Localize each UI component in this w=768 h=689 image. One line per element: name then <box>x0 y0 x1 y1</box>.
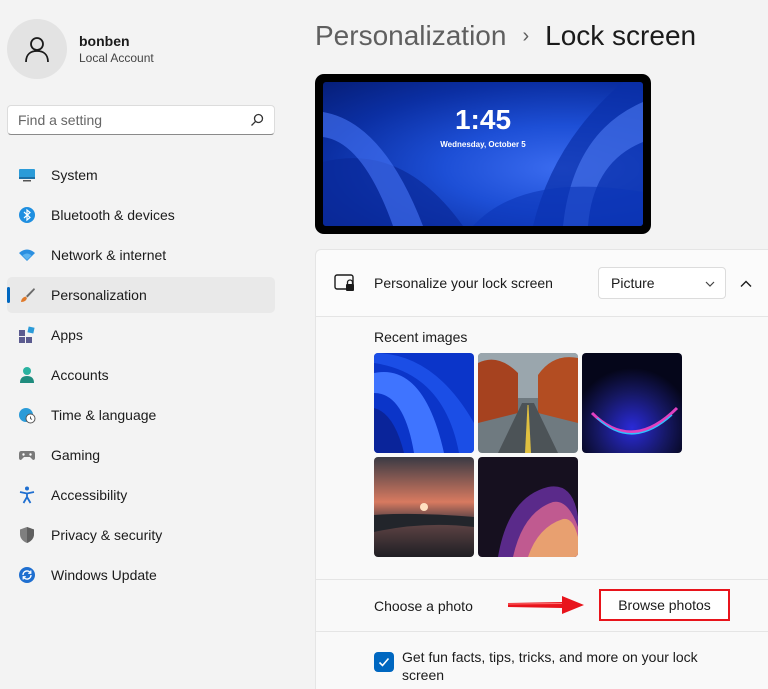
wifi-icon <box>17 245 37 265</box>
apps-icon <box>17 325 37 345</box>
sidebar-item-time-language[interactable]: Time & language <box>7 397 275 433</box>
sidebar-item-label: System <box>51 167 98 183</box>
sidebar-item-label: Windows Update <box>51 567 157 583</box>
account-type: Local Account <box>79 50 154 65</box>
dropdown-value: Picture <box>611 275 655 291</box>
preview-wallpaper: 1:45 Wednesday, October 5 <box>323 82 643 226</box>
sidebar-item-personalization[interactable]: Personalization <box>7 277 275 313</box>
globe-clock-icon <box>17 405 37 425</box>
update-icon <box>17 565 37 585</box>
sidebar-item-windows-update[interactable]: Windows Update <box>7 557 275 593</box>
recent-images-label: Recent images <box>374 329 468 345</box>
sidebar-item-label: Personalization <box>51 287 147 303</box>
accessibility-icon <box>17 485 37 505</box>
purple-glow-thumbnail[interactable] <box>582 353 682 453</box>
personalize-lock-screen-row[interactable]: Personalize your lock screen Picture <box>315 249 768 317</box>
person-icon <box>25 37 49 63</box>
background-type-dropdown[interactable]: Picture <box>598 267 726 299</box>
purple-ribbon-thumbnail[interactable] <box>478 457 578 557</box>
sidebar-item-bluetooth[interactable]: Bluetooth & devices <box>7 197 275 233</box>
preview-date: Wednesday, October 5 <box>440 140 526 149</box>
search-icon[interactable] <box>250 113 264 127</box>
sidebar-item-label: Privacy & security <box>51 527 163 543</box>
chevron-up-icon[interactable] <box>736 274 756 294</box>
bluetooth-icon <box>17 205 37 225</box>
chevron-down-icon <box>705 281 715 287</box>
lock-screen-icon <box>334 274 354 291</box>
blue-bloom-thumbnail[interactable] <box>374 353 474 453</box>
person-icon <box>17 365 37 385</box>
choose-photo-label: Choose a photo <box>374 598 473 614</box>
shield-icon <box>17 525 37 545</box>
sidebar-item-label: Bluetooth & devices <box>51 207 175 223</box>
sidebar-item-privacy[interactable]: Privacy & security <box>7 517 275 553</box>
search-box[interactable] <box>7 105 275 135</box>
sidebar-item-network[interactable]: Network & internet <box>7 237 275 273</box>
breadcrumb: Personalization › Lock screen <box>315 20 696 52</box>
page-title: Lock screen <box>545 20 697 51</box>
sunset-lake-thumbnail[interactable] <box>374 457 474 557</box>
recent-images-section: Recent images <box>315 317 768 579</box>
lock-screen-preview: 1:45 Wednesday, October 5 <box>315 74 651 234</box>
system-icon <box>17 165 37 185</box>
sidebar-item-label: Time & language <box>51 407 157 423</box>
fun-facts-label: Get fun facts, tips, tricks, and more on… <box>402 649 698 683</box>
fun-facts-checkbox[interactable] <box>374 652 394 672</box>
fun-facts-row: Get fun facts, tips, tricks, and more on… <box>315 631 768 689</box>
sidebar: bonben Local Account System Bluetooth & … <box>0 0 290 689</box>
browse-photos-button[interactable]: Browse photos <box>599 589 730 621</box>
sidebar-item-gaming[interactable]: Gaming <box>7 437 275 473</box>
breadcrumb-separator-icon: › <box>522 24 530 47</box>
user-profile[interactable]: bonben Local Account <box>7 19 154 79</box>
choose-photo-row: Choose a photo Browse photos <box>315 579 768 631</box>
personalize-label: Personalize your lock screen <box>374 275 553 291</box>
user-name: bonben <box>79 32 130 49</box>
sidebar-item-label: Accounts <box>51 367 109 383</box>
sidebar-item-apps[interactable]: Apps <box>7 317 275 353</box>
red-arrow-annotation <box>507 596 584 614</box>
sidebar-item-label: Network & internet <box>51 247 167 263</box>
avatar[interactable] <box>7 19 67 79</box>
gamepad-icon <box>17 445 37 465</box>
sidebar-item-system[interactable]: System <box>7 157 275 193</box>
breadcrumb-parent[interactable]: Personalization <box>315 20 506 52</box>
checkmark-icon <box>378 657 390 667</box>
preview-time: 1:45 <box>454 104 512 135</box>
brush-icon <box>17 285 37 305</box>
sidebar-item-label: Gaming <box>51 447 101 463</box>
sidebar-item-accounts[interactable]: Accounts <box>7 357 275 393</box>
autumn-road-thumbnail[interactable] <box>478 353 578 453</box>
sidebar-item-label: Accessibility <box>51 487 128 503</box>
search-input[interactable] <box>18 112 250 128</box>
sidebar-item-label: Apps <box>51 327 83 343</box>
sidebar-item-accessibility[interactable]: Accessibility <box>7 477 275 513</box>
nav-list: System Bluetooth & devices Network & int… <box>7 157 275 597</box>
